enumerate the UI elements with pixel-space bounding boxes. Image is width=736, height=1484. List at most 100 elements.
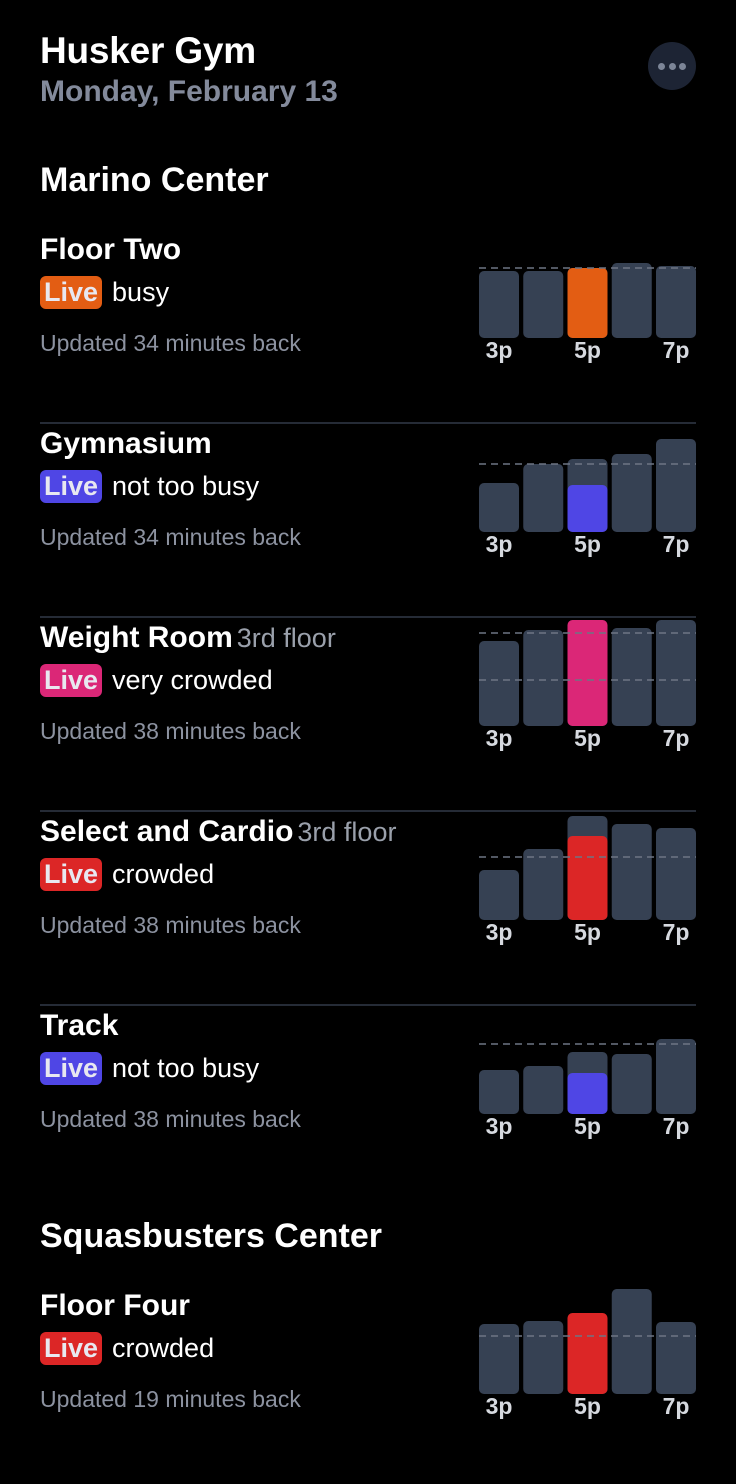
occupancy-chart-svg: 3p 5p 7p <box>479 439 696 557</box>
live-badge: Live <box>40 857 103 891</box>
area-status: Live crowded <box>40 1330 214 1366</box>
tick-label: 7p <box>663 337 690 363</box>
live-busyness-bar <box>567 836 608 920</box>
live-busyness-bar <box>567 620 608 726</box>
area-card-weight-room[interactable]: Weight Room 3rd floor Live very crowded U… <box>40 618 696 812</box>
occupancy-chart-svg: 3p 5p 7p <box>479 816 696 945</box>
usual-busyness-bar <box>479 1070 519 1114</box>
tick-label: 7p <box>663 919 690 945</box>
usual-busyness-bar <box>523 849 564 920</box>
tick-label: 3p <box>486 337 513 363</box>
usual-busyness-bar <box>523 464 564 532</box>
live-badge: Live <box>40 469 103 503</box>
usual-busyness-bar <box>611 628 652 726</box>
tick-label: 5p <box>574 1113 601 1139</box>
area-card-track[interactable]: Track Live not too busy Updated 38 minut… <box>40 1006 696 1200</box>
usual-busyness-bar <box>656 620 696 726</box>
tick-label: 3p <box>486 725 513 751</box>
area-name-text: Floor Two <box>40 233 182 266</box>
usual-busyness-bar <box>656 1322 696 1394</box>
usual-busyness-bar <box>611 454 652 532</box>
live-badge: Live <box>40 275 103 309</box>
area-card-select-and-cardio[interactable]: Select and Cardio 3rd floor Live crowded … <box>40 812 696 1006</box>
tick-label: 5p <box>574 919 601 945</box>
app-title: Husker Gym <box>40 30 256 71</box>
live-badge: Live <box>40 1331 103 1365</box>
status-text: busy <box>112 276 170 307</box>
tick-label: 5p <box>574 531 601 557</box>
updated-text: Updated 19 minutes back <box>40 1386 301 1412</box>
usual-busyness-bar <box>611 263 652 338</box>
live-badge: Live <box>40 1051 103 1085</box>
status-text: not too busy <box>112 470 260 501</box>
occupancy-chart: 3p 5p 7p <box>479 1286 696 1446</box>
usual-busyness-bar <box>479 271 519 338</box>
occupancy-chart-svg: 3p 5p 7p <box>479 263 696 363</box>
area-name-text: Gymnasium <box>40 427 212 460</box>
tick-label: 7p <box>663 1113 690 1139</box>
area-name: Gymnasium <box>40 424 216 464</box>
area-name: Select and Cardio 3rd floor <box>40 812 396 852</box>
area-subtitle: 3rd floor <box>297 817 397 847</box>
tick-label: 3p <box>486 1113 513 1139</box>
occupancy-chart: 3p 5p 7p <box>479 230 696 390</box>
tick-label: 7p <box>663 725 690 751</box>
tick-label: 7p <box>663 531 690 557</box>
live-busyness-bar <box>567 485 608 532</box>
app-date: Monday, February 13 <box>40 75 338 108</box>
area-name: Weight Room 3rd floor <box>40 618 336 658</box>
occupancy-chart: 3p 5p 7p <box>479 812 696 972</box>
section-title-squashbusters: Squasbusters Center <box>40 1217 382 1255</box>
tick-label: 5p <box>574 725 601 751</box>
area-name: Track <box>40 1006 122 1046</box>
tick-label: 5p <box>574 337 601 363</box>
area-name: Floor Four <box>40 1286 194 1326</box>
area-name-text: Floor Four <box>40 1289 190 1322</box>
usual-busyness-bar <box>523 271 564 338</box>
occupancy-chart: 3p 5p 7p <box>479 618 696 778</box>
usual-busyness-bar <box>479 641 519 726</box>
usual-busyness-bar <box>656 266 696 338</box>
usual-busyness-bar <box>479 483 519 532</box>
area-name-text: Weight Room <box>40 621 233 654</box>
area-card-floor-four[interactable]: Floor Four Live crowded Updated 19 minut… <box>40 1286 696 1480</box>
area-name-text: Select and Cardio <box>40 815 294 848</box>
area-name: Floor Two <box>40 230 185 270</box>
live-busyness-bar <box>567 1073 608 1114</box>
usual-busyness-bar <box>611 1054 652 1114</box>
area-status: Live busy <box>40 274 169 310</box>
area-card-gymnasium[interactable]: Gymnasium Live not too busy Updated 34 m… <box>40 424 696 618</box>
live-badge: Live <box>40 663 103 697</box>
section-title-marino: Marino Center <box>40 161 269 199</box>
usual-busyness-bar <box>523 1321 564 1394</box>
area-subtitle: 3rd floor <box>236 623 336 653</box>
updated-text: Updated 34 minutes back <box>40 330 301 356</box>
live-busyness-bar <box>567 268 608 338</box>
live-busyness-bar <box>567 1313 608 1394</box>
more-options-button[interactable] <box>648 42 696 90</box>
status-text: not too busy <box>112 1052 260 1083</box>
usual-busyness-bar <box>523 630 564 726</box>
area-status: Live not too busy <box>40 1050 259 1086</box>
status-text: crowded <box>112 1332 215 1363</box>
usual-busyness-bar <box>479 870 519 920</box>
usual-busyness-bar <box>611 1289 652 1394</box>
updated-text: Updated 38 minutes back <box>40 912 301 938</box>
occupancy-chart-svg: 3p 5p 7p <box>479 1289 696 1419</box>
updated-text: Updated 38 minutes back <box>40 1106 301 1132</box>
area-card-floor-two[interactable]: Floor Two Live busy Updated 34 minutes b… <box>40 230 696 424</box>
tick-label: 3p <box>486 1393 513 1419</box>
occupancy-chart-svg: 3p 5p 7p <box>479 1039 696 1139</box>
ellipsis-icon <box>658 62 666 70</box>
ellipsis-icon <box>668 62 676 70</box>
area-status: Live very crowded <box>40 662 273 698</box>
status-text: crowded <box>112 858 215 889</box>
occupancy-chart-svg: 3p 5p 7p <box>479 620 696 751</box>
tick-label: 7p <box>663 1393 690 1419</box>
area-name-text: Track <box>40 1009 119 1042</box>
status-text: very crowded <box>112 664 273 695</box>
ellipsis-icon <box>678 62 686 70</box>
tick-label: 5p <box>574 1393 601 1419</box>
usual-busyness-bar <box>479 1324 519 1394</box>
usual-busyness-bar <box>523 1066 564 1114</box>
